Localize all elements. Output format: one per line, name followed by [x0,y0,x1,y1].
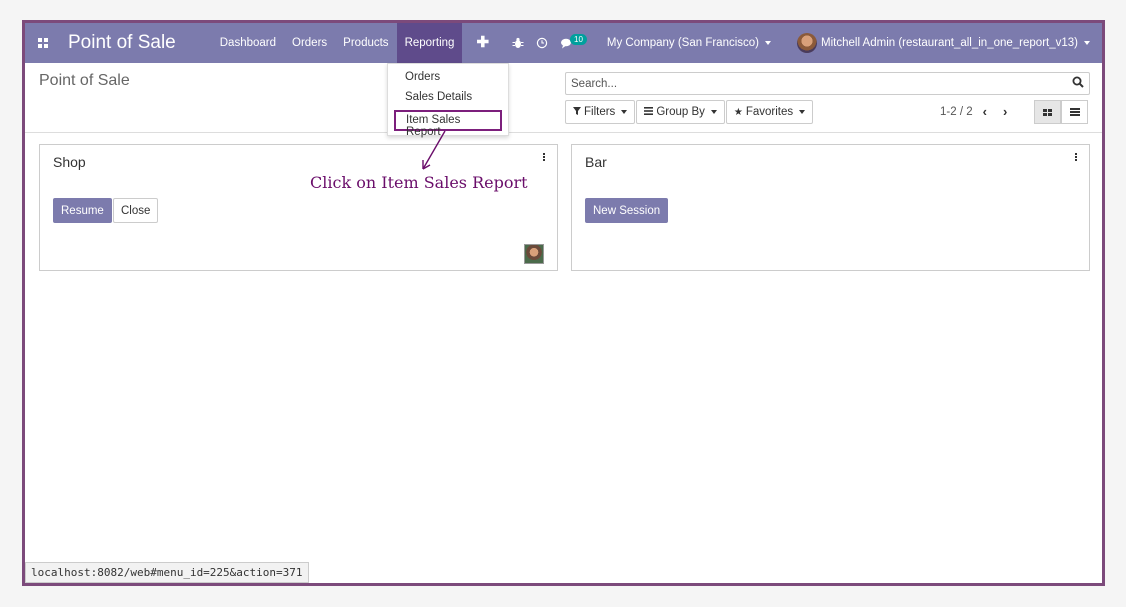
search-options: Filters Group By ★ Favorites [565,100,814,124]
status-bar-url: localhost:8082/web#menu_id=225&action=37… [25,562,309,583]
close-button[interactable]: Close [113,198,159,223]
caret-down-icon [799,110,806,114]
clock-icon[interactable] [530,37,554,49]
caret-down-icon [1084,41,1090,45]
plus-icon[interactable]: ✚ [462,23,503,63]
dropdown-item-orders[interactable]: Orders [388,68,508,88]
user-name: Mitchell Admin (restaurant_all_in_one_re… [821,37,1078,49]
top-navbar: Point of Sale Dashboard Orders Products … [25,23,1102,63]
search-placeholder: Search... [571,77,618,90]
group-by-button[interactable]: Group By [636,100,725,124]
kebab-menu-icon[interactable] [1075,153,1077,161]
card-title: Shop [53,154,86,170]
chat-icon[interactable]: 10 [554,33,593,49]
filter-icon [573,106,581,118]
page-title: Point of Sale [39,72,130,89]
resume-button[interactable]: Resume [53,198,112,223]
menu-products[interactable]: Products [335,23,396,63]
kanban-view-icon[interactable] [1034,100,1061,124]
menu-orders[interactable]: Orders [284,23,335,63]
menu-reporting[interactable]: Reporting [396,23,463,63]
filters-label: Filters [584,106,616,118]
pager: 1-2 / 2 ‹ › [940,104,1007,119]
favorites-button[interactable]: ★ Favorites [725,100,814,124]
user-avatar [797,33,818,53]
group-by-label: Group By [656,106,705,118]
annotation-arrow-icon [422,130,446,170]
caret-down-icon [621,110,628,114]
pos-card-bar: Bar New Session [571,144,1090,271]
search-icon[interactable] [1072,76,1084,91]
star-icon: ★ [733,106,743,118]
bug-icon[interactable] [506,37,530,49]
bars-icon [644,106,654,118]
app-title[interactable]: Point of Sale [68,32,176,54]
chevron-left-icon[interactable]: ‹ [983,104,987,119]
search-input[interactable]: Search... [565,72,1090,95]
dropdown-item-item-sales-report[interactable]: Item Sales Report [394,110,502,138]
chevron-right-icon[interactable]: › [1003,104,1007,119]
filters-button[interactable]: Filters [565,100,636,124]
caret-down-icon [710,110,717,114]
caret-down-icon [765,41,772,45]
control-panel: Point of Sale Search... Filters Group By [25,63,1102,133]
pager-value[interactable]: 1-2 / 2 [940,106,973,118]
new-session-button[interactable]: New Session [585,198,669,223]
company-name: My Company (San Francisco) [606,37,760,49]
company-switcher[interactable]: My Company (San Francisco) [601,37,777,49]
card-title: Bar [585,154,607,170]
pos-card-shop: Shop Resume Close Click on Item Sales Re… [39,144,558,271]
systray: 10 My Company (San Francisco) Mitchell A… [506,23,1102,63]
list-view-icon[interactable] [1061,100,1088,124]
browser-frame: Point of Sale Dashboard Orders Products … [22,20,1105,586]
favorites-label: Favorites [745,106,794,118]
message-count-badge: 10 [570,33,587,45]
kebab-menu-icon[interactable] [543,153,545,161]
apps-menu-icon[interactable] [28,38,58,48]
tutorial-annotation: Click on Item Sales Report [310,173,528,192]
reporting-dropdown: Orders Sales Details Item Sales Report [387,63,509,138]
user-avatar [524,244,544,264]
user-menu[interactable]: Mitchell Admin (restaurant_all_in_one_re… [791,33,1096,53]
menu-dashboard[interactable]: Dashboard [212,23,284,63]
view-switcher [1034,100,1088,124]
dropdown-item-sales-details[interactable]: Sales Details [388,88,508,108]
